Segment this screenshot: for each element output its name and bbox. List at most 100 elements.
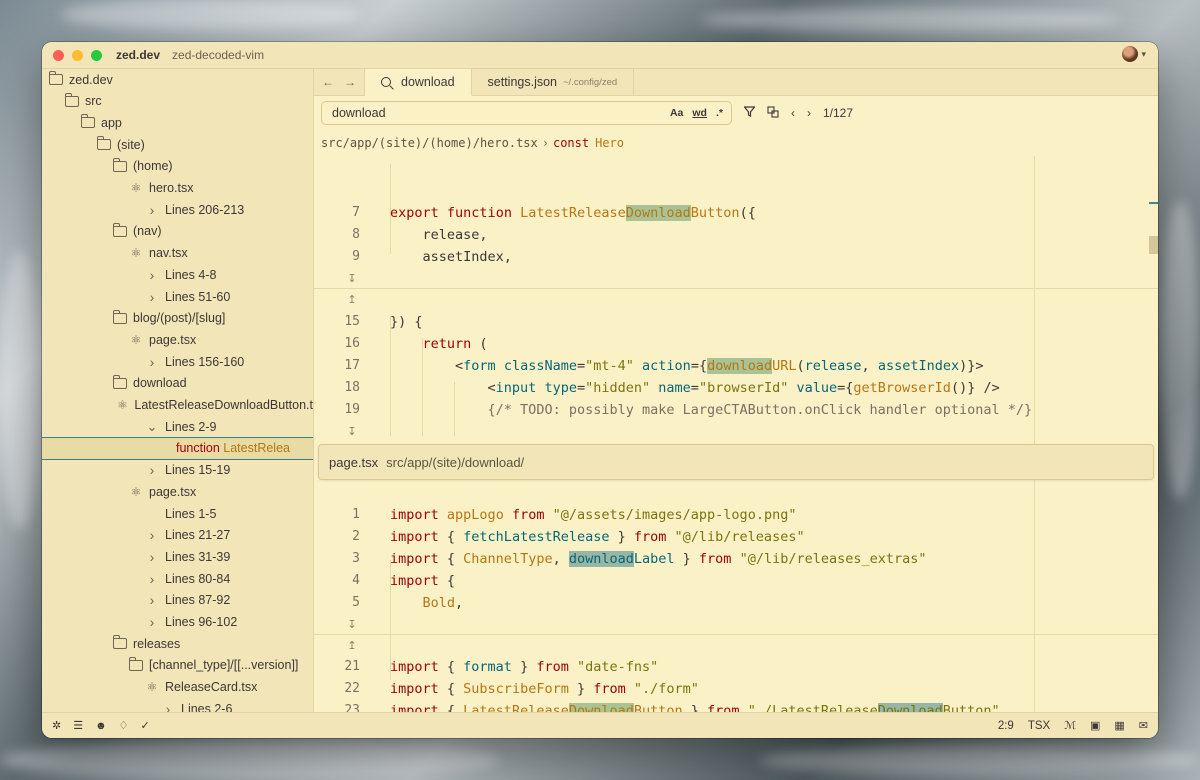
file-tree-file[interactable]: ⚛ LatestReleaseDownloadButton.t [42, 395, 313, 416]
line-number: 18 [344, 380, 360, 395]
project-name[interactable]: zed.dev [116, 48, 160, 62]
code-line: 7 export function LatestReleaseDownloadB… [314, 202, 1158, 224]
file-tree-folder[interactable]: (site) [42, 134, 313, 155]
file-tree-excerpt[interactable]: Lines 1-5 [42, 503, 313, 524]
expand-excerpt-down[interactable]: ↧ [314, 268, 1158, 290]
code-line: 5 Bold, [314, 592, 1158, 614]
tree-item-label: page.tsx [149, 332, 197, 347]
next-match-icon[interactable]: › [807, 106, 811, 120]
expand-excerpt-down[interactable]: ↧ [314, 421, 1158, 443]
expand-excerpt-up[interactable]: ↥ [314, 635, 1158, 657]
file-tree-excerpt[interactable]: › Lines 51-60 [42, 286, 313, 307]
file-tree-file[interactable]: ⚛ ReleaseCard.tsx [42, 677, 313, 698]
file-tree-file[interactable]: ⚛ hero.tsx [42, 178, 313, 199]
scrollbar-thumb[interactable] [1149, 236, 1158, 254]
chevron-right-icon: › [149, 570, 155, 587]
file-tree-folder[interactable]: app [42, 112, 313, 133]
match-case-toggle[interactable]: Aa [670, 107, 683, 119]
react-file-icon: ⚛ [130, 181, 142, 195]
breadcrumb[interactable]: src/app/(site)/(home)/hero.tsx › const H… [321, 133, 624, 153]
chat-icon[interactable]: ✉ [1139, 719, 1148, 732]
file-tree-excerpt[interactable]: › Lines 31-39 [42, 546, 313, 567]
arrow-right-icon[interactable]: → [344, 75, 356, 89]
tree-item-label: releases [133, 636, 181, 651]
scrollbar-match-marker [1149, 202, 1158, 204]
folder-icon-wrap [80, 114, 96, 129]
diagnostics-check-icon[interactable]: ✓ [141, 719, 150, 732]
file-tree-file[interactable]: ⚛ nav.tsx [42, 243, 313, 264]
file-header[interactable]: page.tsx src/app/(site)/download/ [318, 444, 1154, 480]
tree-item-label: Lines 156-160 [165, 354, 245, 369]
minimize-window-button[interactable] [72, 49, 83, 61]
file-tree-excerpt[interactable]: ⌄ Lines 2-9 [42, 416, 313, 437]
tree-item-label: Lines 51-60 [165, 289, 231, 304]
file-tree-folder[interactable]: src [42, 91, 313, 112]
multibuffer-editor[interactable]: 7 export function LatestReleaseDownloadB… [314, 156, 1158, 712]
react-file-icon: ⚛ [130, 246, 142, 261]
project-panel-icon[interactable]: ☰ [73, 719, 83, 732]
file-tree-excerpt[interactable]: function LatestRelea [42, 436, 313, 460]
file-tree-excerpt[interactable]: › Lines 4-8 [42, 264, 313, 285]
file-tree-excerpt[interactable]: › Lines 156-160 [42, 351, 313, 372]
expand-up-icon[interactable]: ↥ [344, 635, 360, 657]
layout-icon[interactable]: ▦ [1114, 719, 1124, 732]
file-tree-excerpt[interactable]: › Lines 206-213 [42, 199, 313, 220]
notifications-icon[interactable]: ♢ [119, 719, 129, 732]
file-tree-excerpt[interactable]: › Lines 2-6 [42, 698, 313, 712]
file-tree-excerpt[interactable]: › Lines 80-84 [42, 568, 313, 589]
language-selector[interactable]: TSX [1028, 720, 1050, 732]
tree-item-label: Lines 206-213 [165, 202, 245, 217]
file-tree-excerpt[interactable]: › Lines 21-27 [42, 525, 313, 546]
file-tree-folder[interactable]: blog/(post)/[slug] [42, 308, 313, 329]
tab-download[interactable]: download [365, 69, 472, 96]
react-file-icon: ⚛ [130, 332, 142, 347]
whole-word-toggle[interactable]: wd [692, 107, 707, 119]
branch-name[interactable]: zed-decoded-vim [172, 48, 264, 62]
file-tree-folder[interactable]: releases [42, 633, 313, 654]
cursor-position[interactable]: 2:9 [998, 720, 1014, 732]
search-box[interactable]: Aa wd .* [321, 101, 732, 125]
chevron-right-icon: › [165, 700, 171, 712]
regex-toggle[interactable]: .* [716, 107, 723, 119]
file-tree-file[interactable]: ⚛ page.tsx [42, 329, 313, 350]
code-text: import { fetchLatestRelease } from "@/li… [390, 529, 805, 545]
file-tree-folder[interactable]: (home) [42, 156, 313, 177]
expand-excerpt-up[interactable]: ↥ [314, 289, 1158, 311]
expand-down-icon[interactable]: ↧ [344, 421, 360, 443]
vim-mode-icon[interactable]: ℳ [1064, 719, 1076, 732]
file-tree-excerpt[interactable]: › Lines 96-102 [42, 612, 313, 633]
history-nav: ← → [314, 69, 365, 95]
zoom-window-button[interactable] [91, 49, 102, 61]
collab-icon[interactable]: ☻ [95, 720, 107, 732]
file-tree-file[interactable]: ⚛ page.tsx [42, 481, 313, 502]
tree-item-label: Lines 15-19 [165, 463, 231, 478]
editor-scrollbar[interactable] [1149, 156, 1158, 712]
file-tree-excerpt[interactable]: › Lines 15-19 [42, 460, 313, 481]
tree-item-label: function LatestRelea [176, 441, 290, 455]
ai-sparkle-icon[interactable]: ✲ [52, 719, 61, 732]
expand-excerpt-down[interactable]: ↧ [314, 614, 1158, 636]
chevron-right-icon: › [149, 592, 155, 609]
expand-up-icon[interactable]: ↥ [344, 289, 360, 311]
file-tree-folder[interactable]: [channel_type]/[[...version]] [42, 655, 313, 676]
tab-settings-json[interactable]: settings.json ~/.config/zed [472, 69, 635, 95]
file-tree-excerpt[interactable]: › Lines 87-92 [42, 590, 313, 611]
symbol-keyword: function [176, 441, 224, 456]
code-line: 8 release, [314, 224, 1158, 246]
search-input[interactable] [330, 105, 661, 121]
terminal-icon[interactable]: ▣ [1090, 719, 1100, 732]
code-line: 3 import { ChannelType, downloadLabel } … [314, 548, 1158, 570]
user-menu[interactable]: ▾ [1122, 46, 1146, 62]
arrow-left-icon[interactable]: ← [322, 75, 334, 89]
chevron-down-icon: ▾ [1141, 48, 1146, 59]
replace-icon[interactable] [767, 105, 779, 121]
expand-down-icon[interactable]: ↧ [344, 614, 360, 636]
tab-label: download [401, 75, 455, 89]
file-tree-folder[interactable]: (nav) [42, 221, 313, 242]
prev-match-icon[interactable]: ‹ [791, 106, 795, 120]
file-tree-folder[interactable]: download [42, 373, 313, 394]
close-window-button[interactable] [53, 49, 64, 61]
filter-icon[interactable] [743, 106, 756, 120]
file-tree-folder[interactable]: zed.dev [42, 69, 313, 90]
expand-down-icon[interactable]: ↧ [344, 268, 360, 290]
